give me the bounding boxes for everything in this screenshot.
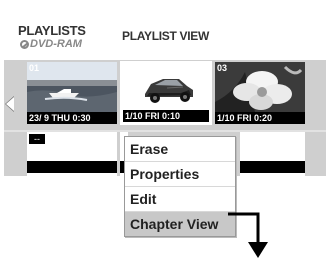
menu-item-erase[interactable]: Erase [125, 137, 235, 162]
menu-item-chapter-view[interactable]: Chapter View [125, 212, 235, 236]
thumbnail-number: 02 [125, 65, 136, 75]
thumbnail-caption: 1/10 FRI 0:20 [215, 112, 305, 124]
menu-item-properties[interactable]: Properties [125, 162, 235, 187]
thumbnail-number: -- [29, 134, 45, 144]
thumbnail-caption: 23/ 9 THU 0:30 [27, 112, 117, 124]
tab-playlists[interactable]: PLAYLISTS [18, 23, 86, 38]
tab-playlist-view[interactable]: PLAYLIST VIEW [122, 29, 209, 43]
menu-item-edit[interactable]: Edit [125, 187, 235, 212]
playlist-thumbnail[interactable]: 03 1/10 FRI 0:20 [215, 62, 305, 124]
flower-image [215, 62, 305, 112]
disc-type-text: DVD-RAM [30, 38, 82, 50]
playlist-thumbnail[interactable]: 01 23/ 9 THU 0:30 [27, 62, 117, 124]
disc-type-label: DVD-RAM [20, 38, 82, 50]
caption-bar [240, 161, 305, 173]
car-image [123, 64, 209, 114]
arrow-down-icon [228, 212, 268, 258]
header: PLAYLISTS DVD-RAM PLAYLIST VIEW [4, 4, 326, 60]
scroll-left-icon[interactable] [6, 97, 14, 111]
caption-bar [27, 161, 117, 173]
thumbnail-number: 03 [217, 63, 228, 73]
thumbnail-number: 01 [29, 63, 40, 73]
thumbnail-caption: 1/10 FRI 0:10 [123, 110, 209, 122]
disc-icon [20, 40, 29, 49]
boat-image [27, 62, 117, 112]
playlist-thumbnail-selected[interactable]: 02 1/10 FRI 0:10 [120, 61, 212, 125]
context-menu: Erase Properties Edit Chapter View [124, 136, 236, 237]
